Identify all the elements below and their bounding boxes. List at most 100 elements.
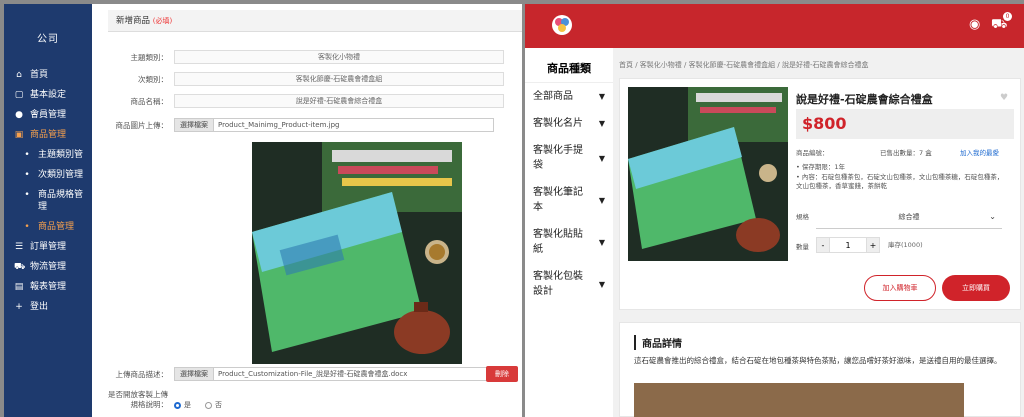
sidebar-item-8[interactable]: ☰ 訂單管理	[4, 237, 92, 257]
radio-yes-label: 是	[184, 401, 191, 409]
sidebar-item-label: 首頁	[30, 70, 49, 80]
tag-icon: •	[24, 170, 30, 180]
category-item-5[interactable]: 客製化包裝設計 ▼	[525, 263, 613, 305]
sidebar-item-0[interactable]: ⌂ 首頁	[4, 65, 92, 85]
category-label: 客製化包裝設計	[533, 271, 583, 297]
product-icon: ▣	[14, 130, 24, 140]
product-form: 新增商品 (必填) 主題類別： 客製化小物禮 次類別： 客製化節慶-石碇農會禮盒…	[108, 10, 522, 417]
sidebar-item-9[interactable]: ⛟ 物流管理	[4, 257, 92, 277]
sidebar-item-7[interactable]: • 商品管理	[4, 217, 92, 237]
chevron-down-icon: ▼	[598, 279, 605, 289]
add-favorite-link[interactable]: 加入我的最愛	[960, 147, 999, 157]
category-label: 客製化手提袋	[533, 145, 583, 171]
custom-question-label: 是否開放客製上傳規格說明：	[108, 390, 168, 409]
required-note: (必填)	[152, 17, 173, 25]
cart-icon: ⛟	[14, 262, 26, 272]
heart-icon[interactable]: ♥	[1000, 93, 1008, 103]
sidebar-item-2[interactable]: ● 會員管理	[4, 105, 92, 125]
sidebar-item-label: 物流管理	[30, 262, 67, 272]
detail-title: 商品詳情	[634, 335, 682, 350]
sidebar-item-3[interactable]: ▣ 商品管理	[4, 125, 92, 145]
category-label: 客製化貼貼紙	[533, 229, 583, 255]
shop-panel: ◉ ⛟ 0 商品種類 全部商品 ▼ 客製化名片 ▼ 客製化手提袋 ▼ 客製化筆記本 ▼ 客製化貼…	[525, 4, 1024, 417]
image-choose-file-button[interactable]: 選擇檔案	[174, 118, 214, 132]
chevron-down-icon: ⌄	[989, 212, 996, 221]
category-title: 商品種類	[525, 48, 613, 83]
sidebar-item-10[interactable]: ▤ 報表管理	[4, 277, 92, 297]
doc-file-name: Product_Customization-File_說是好禮-石碇農會禮盒.d…	[214, 367, 494, 381]
logout-icon: +	[15, 302, 23, 312]
category-item-1[interactable]: 客製化名片 ▼	[525, 110, 613, 137]
sidebar-item-1[interactable]: ▢ 基本設定	[4, 85, 92, 105]
chevron-down-icon: ▼	[598, 153, 605, 163]
user-icon: ●	[15, 110, 23, 120]
qty-label: 數量	[796, 243, 809, 251]
qty-input[interactable]: 1	[830, 237, 866, 253]
form-header: 新增商品 (必填)	[108, 10, 522, 32]
file-icon: ▢	[14, 90, 24, 100]
sidebar-item-6[interactable]: • 商品規格管理	[4, 185, 92, 217]
sub-category-select[interactable]: 客製化節慶-石碇農會禮盒組	[174, 72, 504, 86]
category-label: 全部商品	[533, 91, 573, 102]
quantity-stepper: - 1 + 庫存(1000)	[816, 237, 923, 253]
image-upload-row: 商品圖片上傳： 選擇檔案 Product_Mainimg_Product-ite…	[108, 118, 494, 132]
radio-no[interactable]	[205, 401, 212, 409]
product-name-row: 商品名稱： 說是好禮-石碇農會綜合禮盒	[108, 94, 504, 108]
admin-sidebar: 公司 ⌂ 首頁 ▢ 基本設定 ● 會員管理 ▣ 商品管理 • 主題類別管 • 次類別管理 • 商品規格管理…	[4, 4, 92, 417]
logo-icon[interactable]	[551, 14, 573, 36]
tag-icon: •	[24, 190, 30, 200]
user-icon[interactable]: ◉	[969, 17, 980, 32]
sidebar-item-label: 登出	[30, 302, 49, 312]
sidebar-item-label: 商品管理	[30, 130, 67, 140]
doc-upload-label: 上傳商品描述：	[115, 369, 169, 379]
home-icon: ⌂	[16, 70, 22, 80]
sidebar-item-label: 報表管理	[30, 282, 67, 292]
main-category-select[interactable]: 客製化小物禮	[174, 50, 504, 64]
category-item-0[interactable]: 全部商品 ▼	[525, 83, 613, 110]
product-title: 說是好禮-石碇農會綜合禮盒	[796, 93, 933, 106]
product-card: 說是好禮-石碇農會綜合禮盒 ♥ $800 商品編號： 已售出數量：7 盒 加入我…	[619, 78, 1021, 310]
shop-topbar: ◉ ⛟ 0	[525, 4, 1024, 48]
price-box: $800	[796, 109, 1014, 139]
category-item-2[interactable]: 客製化手提袋 ▼	[525, 137, 613, 179]
radio-yes[interactable]	[174, 401, 181, 409]
image-file-name: Product_Mainimg_Product-item.jpg	[214, 118, 494, 132]
product-image-preview	[252, 142, 462, 364]
add-to-cart-button[interactable]: 加入購物車	[864, 275, 936, 301]
product-name-input[interactable]: 說是好禮-石碇農會綜合禮盒	[174, 94, 504, 108]
stock-count: 庫存(1000)	[888, 241, 923, 249]
sidebar-item-label: 基本設定	[30, 90, 67, 100]
delete-button[interactable]: 刪除	[486, 366, 518, 382]
sidebar-item-label: 次類別管理	[38, 170, 84, 180]
sidebar-title: 公司	[37, 34, 59, 45]
order-icon: ☰	[14, 242, 24, 252]
image-upload-label: 商品圖片上傳：	[115, 120, 169, 130]
form-title: 新增商品	[116, 16, 151, 26]
sub-category-label: 次類別：	[138, 74, 168, 84]
category-sidebar: 商品種類 全部商品 ▼ 客製化名片 ▼ 客製化手提袋 ▼ 客製化筆記本 ▼ 客製化貼貼紙 ▼ 客製化…	[525, 48, 613, 417]
buy-now-button[interactable]: 立即購買	[942, 275, 1010, 301]
product-price: $800	[802, 114, 847, 133]
product-name-label: 商品名稱：	[130, 96, 169, 106]
breadcrumb[interactable]: 首頁 / 客製化小物禮 / 客製化節慶-石碇農會禮盒組 / 說是好禮-石碇農會綜…	[619, 60, 868, 70]
chevron-down-icon: ▼	[598, 92, 605, 101]
spec-value: 綜合禮	[898, 213, 920, 221]
sold-count: 已售出數量：7 盒	[880, 149, 932, 157]
detail-text: 這石碇農會推出的綜合禮盒，結合石碇在地包種茶與特色茶點，讓您品嚐好茶好滋味，是送…	[634, 356, 1002, 365]
qty-plus-button[interactable]: +	[866, 237, 880, 253]
qty-minus-button[interactable]: -	[816, 237, 830, 253]
category-item-3[interactable]: 客製化筆記本 ▼	[525, 179, 613, 221]
chevron-down-icon: ▼	[598, 119, 605, 128]
spec-select[interactable]: 綜合禮 ⌄	[816, 205, 1002, 229]
custom-question-row: 是否開放客製上傳規格說明： 是 否	[108, 390, 222, 410]
chevron-down-icon: ▼	[598, 195, 605, 205]
doc-upload-row: 上傳商品描述： 選擇檔案 Product_Customization-File_…	[108, 367, 494, 381]
main-category-label: 主題類別：	[130, 52, 169, 62]
sidebar-item-label: 商品管理	[38, 222, 75, 232]
tag-icon: •	[24, 150, 30, 160]
sidebar-item-5[interactable]: • 次類別管理	[4, 165, 92, 185]
sidebar-item-4[interactable]: • 主題類別管	[4, 145, 92, 165]
sidebar-item-11[interactable]: + 登出	[4, 297, 92, 317]
category-item-4[interactable]: 客製化貼貼紙 ▼	[525, 221, 613, 263]
doc-choose-file-button[interactable]: 選擇檔案	[174, 367, 214, 381]
